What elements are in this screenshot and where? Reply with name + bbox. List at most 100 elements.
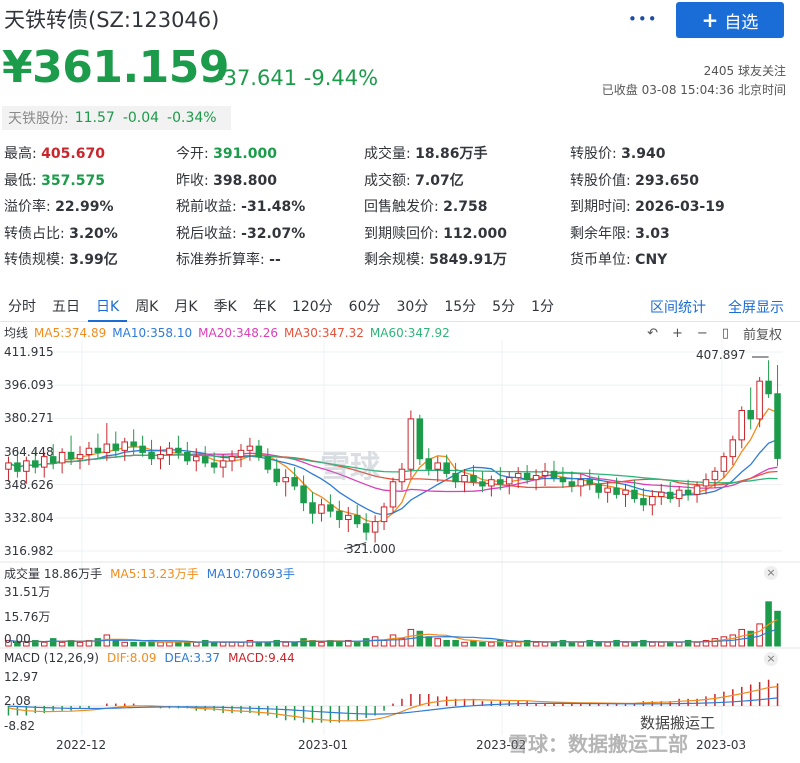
volume-bar — [264, 641, 272, 647]
volume-bar — [416, 630, 424, 647]
date-axis-tick: 2023-03 — [696, 738, 747, 752]
candle-body — [756, 380, 763, 420]
candle-body — [523, 472, 531, 481]
candle-body — [139, 445, 146, 453]
candle-body — [282, 477, 289, 483]
volume-axis-tick: 0.00 — [4, 632, 31, 646]
high-marker: 407.897 — [696, 348, 746, 362]
price-axis-tick: 332.804 — [4, 510, 54, 525]
candle-body — [94, 447, 102, 453]
candle-body — [157, 454, 164, 460]
candle-body — [774, 393, 781, 459]
candle-body — [675, 489, 683, 500]
candle-body — [684, 489, 692, 495]
candle-body — [738, 410, 746, 441]
volume-bar — [425, 636, 433, 647]
volume-bar — [121, 641, 128, 647]
price-axis-tick: 364.448 — [4, 444, 54, 459]
candle-body — [300, 485, 307, 504]
candle-body — [166, 447, 173, 456]
volume-legend: 成交量 18.86万手 MA5:13.23万手 MA10:70693手 — [4, 565, 303, 582]
volume-bar — [488, 641, 495, 647]
candle-body — [291, 477, 298, 487]
volume-bar — [434, 638, 441, 647]
volume-legend-item: MA10:70693手 — [206, 567, 295, 581]
volume-bar — [228, 641, 236, 647]
candle-body — [425, 458, 433, 470]
candle-body — [192, 456, 200, 462]
candle-body — [353, 514, 361, 525]
candle-body — [184, 451, 191, 462]
candle-body — [649, 495, 656, 506]
macd-close-icon[interactable]: × — [764, 652, 778, 666]
volume-bar — [658, 641, 665, 647]
candle-body — [362, 523, 370, 533]
candle-body — [380, 506, 388, 523]
volume-bar — [40, 641, 48, 647]
candle-body — [640, 498, 647, 506]
volume-bar — [130, 641, 137, 647]
candle-body — [219, 460, 227, 468]
candle-body — [586, 479, 594, 485]
candle-body — [318, 504, 325, 514]
candle-body — [532, 474, 540, 481]
volume-bar — [693, 641, 701, 647]
candle-body — [702, 479, 710, 487]
candle-body — [434, 462, 441, 470]
volume-bar — [541, 641, 549, 647]
macd-legend-item: DEA:3.37 — [164, 651, 221, 665]
volume-bar — [666, 641, 674, 647]
volume-bar — [649, 641, 656, 647]
volume-ma5-line — [8, 618, 778, 643]
candle-body — [85, 447, 93, 456]
volume-bar — [514, 641, 522, 647]
date-axis-tick: 2023-01 — [298, 738, 349, 752]
candle-body — [488, 479, 495, 487]
candle-body — [237, 449, 245, 458]
candle-body — [327, 504, 334, 512]
candle-body — [479, 481, 486, 487]
volume-bar — [711, 638, 719, 647]
candle-body — [693, 485, 701, 495]
macd-legend: MACD (12,26,9) DIF:8.09 DEA:3.37 MACD:9.44 — [4, 651, 303, 665]
volume-bar — [201, 639, 209, 647]
volume-close-icon[interactable]: × — [764, 566, 778, 580]
candle-body — [246, 445, 254, 451]
date-axis-tick: 2022-12 — [56, 738, 107, 752]
macd-legend-item: MACD:9.44 — [228, 651, 295, 665]
candle-body — [264, 456, 272, 470]
volume-bar — [166, 641, 173, 647]
macd-legend-item: MACD (12,26,9) — [4, 651, 99, 665]
candle-body — [765, 380, 772, 395]
volume-bar — [774, 610, 781, 647]
candle-body — [541, 470, 549, 476]
candle-body — [461, 474, 468, 483]
low-marker: 321.000 — [346, 542, 396, 556]
volume-axis-tick: 31.51万 — [4, 585, 51, 599]
candle-body — [76, 454, 84, 460]
candle-body — [336, 510, 343, 521]
kline-chart[interactable] — [0, 0, 800, 763]
candle-body — [559, 477, 567, 483]
candle-body — [514, 472, 522, 479]
candle-body — [505, 477, 513, 485]
volume-bar — [112, 639, 120, 647]
volume-bar — [577, 641, 585, 647]
price-axis-tick: 316.982 — [4, 544, 54, 558]
volume-bar — [362, 638, 370, 647]
volume-bar — [675, 641, 683, 647]
volume-bar — [318, 641, 325, 647]
volume-bar — [282, 641, 289, 647]
price-axis-tick: 411.915 — [4, 345, 54, 359]
candle-body — [121, 441, 128, 451]
candle-body — [631, 489, 638, 500]
candle-body — [5, 462, 12, 470]
volume-bar — [49, 638, 57, 647]
volume-bar — [479, 641, 486, 647]
volume-bar — [237, 641, 245, 647]
volume-bar — [443, 639, 450, 647]
candle-body — [720, 456, 728, 472]
volume-bar — [595, 641, 602, 647]
volume-bar — [353, 641, 361, 647]
candle-body — [228, 456, 236, 462]
